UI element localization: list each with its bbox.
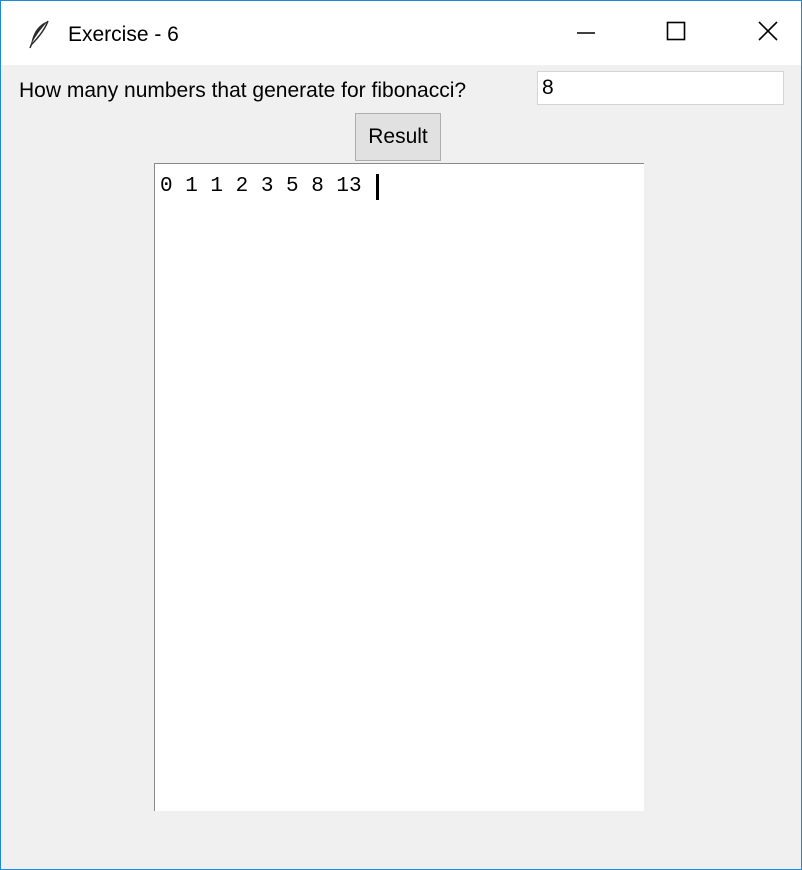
maximize-icon (666, 21, 686, 46)
maximize-button[interactable] (631, 1, 721, 65)
close-button[interactable] (723, 1, 802, 65)
fibonacci-output: 0 1 1 2 3 5 8 13 (160, 174, 380, 200)
title-bar[interactable]: Exercise - 6 (1, 1, 801, 65)
minimize-icon (576, 21, 596, 46)
fibonacci-count-label: How many numbers that generate for fibon… (19, 79, 467, 102)
window-title: Exercise - 6 (68, 23, 179, 46)
fibonacci-count-input[interactable] (537, 71, 784, 105)
feather-icon (27, 19, 53, 49)
close-icon (758, 20, 778, 46)
app-window: Exercise - 6 How many numbers that gener… (0, 0, 802, 870)
result-button[interactable]: Result (355, 113, 441, 161)
fibonacci-sequence-text: 0 1 1 2 3 5 8 13 (160, 175, 375, 198)
minimize-button[interactable] (541, 1, 631, 65)
text-cursor (376, 174, 380, 200)
output-text-area[interactable]: 0 1 1 2 3 5 8 13 (154, 163, 644, 811)
